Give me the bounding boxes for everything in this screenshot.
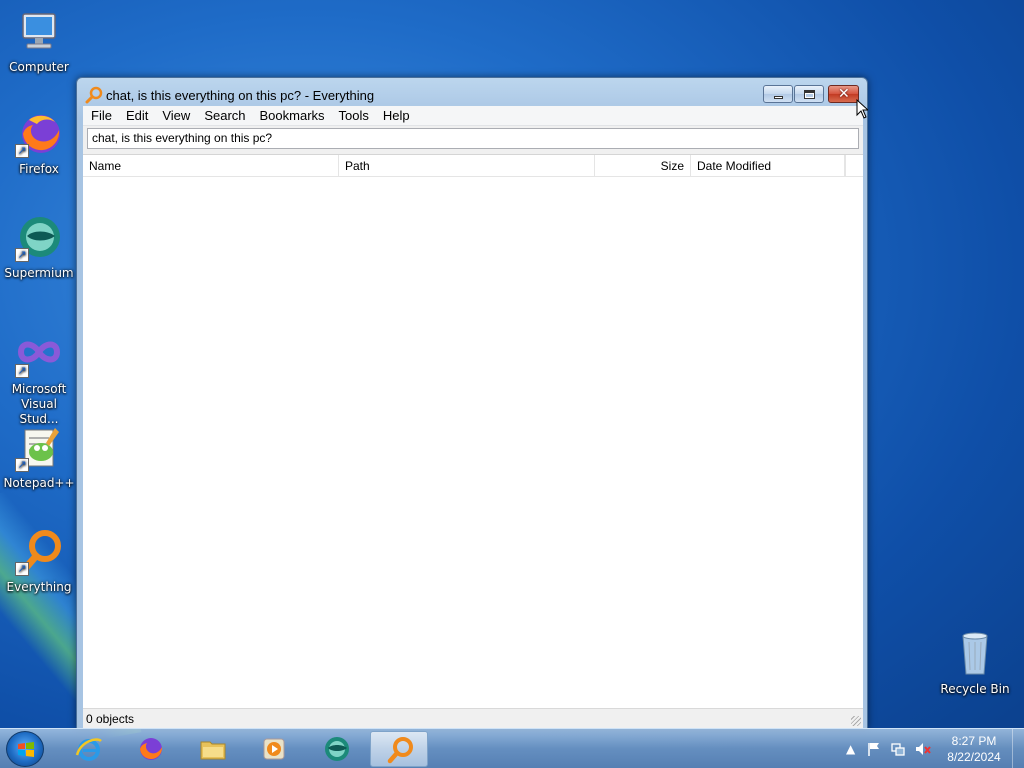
taskbar-firefox[interactable] [121, 731, 179, 767]
desktop-icon-visual-studio[interactable]: ↗ Microsoft Visual Stud... [1, 330, 77, 427]
desktop-icon-firefox[interactable]: ↗ Firefox [1, 110, 77, 177]
menu-tools[interactable]: Tools [332, 106, 376, 126]
desktop-icon-label: Microsoft Visual Stud... [11, 382, 67, 426]
desktop-icon-label: Firefox [19, 162, 59, 176]
desktop-icon-label: Everything [6, 580, 72, 594]
system-clock[interactable]: 8:27 PM 8/22/2024 [938, 733, 1010, 765]
maximize-button[interactable] [794, 85, 824, 103]
notepadpp-icon: ↗ [15, 424, 63, 472]
taskbar-everything[interactable] [370, 731, 428, 767]
shortcut-arrow-icon: ↗ [15, 248, 29, 262]
search-row: chat, is this everything on this pc? [83, 126, 863, 154]
firefox-icon [140, 738, 163, 760]
desktop-icon-everything[interactable]: ↗ Everything [1, 528, 77, 595]
minimize-button[interactable] [763, 85, 793, 103]
desktop-icon-label: Computer [9, 60, 69, 74]
desktop-icon-computer[interactable]: Computer [1, 8, 77, 75]
everything-icon [85, 86, 103, 104]
windows-logo-icon [18, 742, 34, 757]
shortcut-arrow-icon: ↗ [15, 458, 29, 472]
results-list[interactable]: Name Path Size Date Modified [83, 154, 863, 708]
firefox-icon: ↗ [15, 110, 63, 158]
maximize-icon [804, 90, 815, 99]
column-header: Name Path Size Date Modified [83, 155, 863, 177]
taskbar-supermium[interactable] [308, 731, 366, 767]
action-center-flag-icon[interactable] [866, 741, 882, 757]
supermium-icon [325, 737, 349, 761]
menu-view[interactable]: View [155, 106, 197, 126]
menu-help[interactable]: Help [376, 106, 417, 126]
media-player-icon [263, 738, 285, 760]
everything-icon [387, 737, 413, 764]
clock-date: 8/22/2024 [947, 750, 1001, 764]
column-date-modified[interactable]: Date Modified [691, 155, 845, 177]
column-path[interactable]: Path [339, 155, 595, 177]
taskbar-explorer[interactable] [184, 731, 242, 767]
everything-window[interactable]: chat, is this everything on this pc? - E… [76, 77, 868, 729]
show-desktop-button[interactable] [1012, 729, 1024, 768]
desktop-icon-label: Recycle Bin [940, 682, 1010, 696]
search-input[interactable]: chat, is this everything on this pc? [87, 128, 859, 149]
column-filler [845, 155, 863, 177]
shortcut-arrow-icon: ↗ [15, 144, 29, 158]
status-text: 0 objects [86, 712, 135, 726]
menu-bar: File Edit View Search Bookmarks Tools Help [83, 106, 863, 126]
resize-grip-icon[interactable] [851, 716, 861, 726]
network-icon[interactable] [890, 741, 906, 757]
window-title: chat, is this everything on this pc? - E… [106, 88, 375, 103]
desktop-icon-recycle-bin[interactable]: Recycle Bin [937, 630, 1013, 697]
recycle-bin-icon [951, 630, 999, 678]
taskbar-media-player[interactable] [245, 731, 303, 767]
supermium-icon: ↗ [15, 214, 63, 262]
menu-bookmarks[interactable]: Bookmarks [253, 106, 332, 126]
mouse-cursor-icon [856, 99, 868, 119]
show-hidden-icons-icon[interactable]: ▲ [846, 742, 855, 756]
clock-time: 8:27 PM [951, 734, 997, 748]
explorer-folder-icon [200, 741, 226, 760]
menu-edit[interactable]: Edit [119, 106, 155, 126]
taskbar-internet-explorer[interactable] [60, 731, 118, 767]
start-button[interactable] [6, 731, 44, 767]
column-name[interactable]: Name [83, 155, 339, 177]
desktop-icon-notepadpp[interactable]: ↗ Notepad++ [1, 424, 77, 491]
column-size[interactable]: Size [595, 155, 691, 177]
close-icon: ✕ [838, 86, 850, 102]
desktop-icon-label: Supermium [4, 266, 74, 280]
desktop-icon-label: Notepad++ [3, 476, 75, 490]
minimize-icon [774, 96, 783, 99]
window-titlebar[interactable]: chat, is this everything on this pc? - E… [77, 78, 867, 106]
volume-muted-icon[interactable] [914, 741, 932, 757]
close-button[interactable]: ✕ [828, 85, 859, 103]
desktop-icon-supermium[interactable]: ↗ Supermium [1, 214, 77, 281]
taskbar: ▲ 8:27 PM 8/22/2024 [0, 728, 1024, 768]
menu-file[interactable]: File [83, 106, 119, 126]
shortcut-arrow-icon: ↗ [15, 364, 29, 378]
visual-studio-icon: ↗ [15, 330, 63, 378]
status-bar: 0 objects [83, 708, 863, 728]
menu-search[interactable]: Search [197, 106, 252, 126]
shortcut-arrow-icon: ↗ [15, 562, 29, 576]
computer-icon [15, 8, 63, 56]
everything-icon: ↗ [15, 528, 63, 576]
internet-explorer-icon [75, 738, 102, 761]
